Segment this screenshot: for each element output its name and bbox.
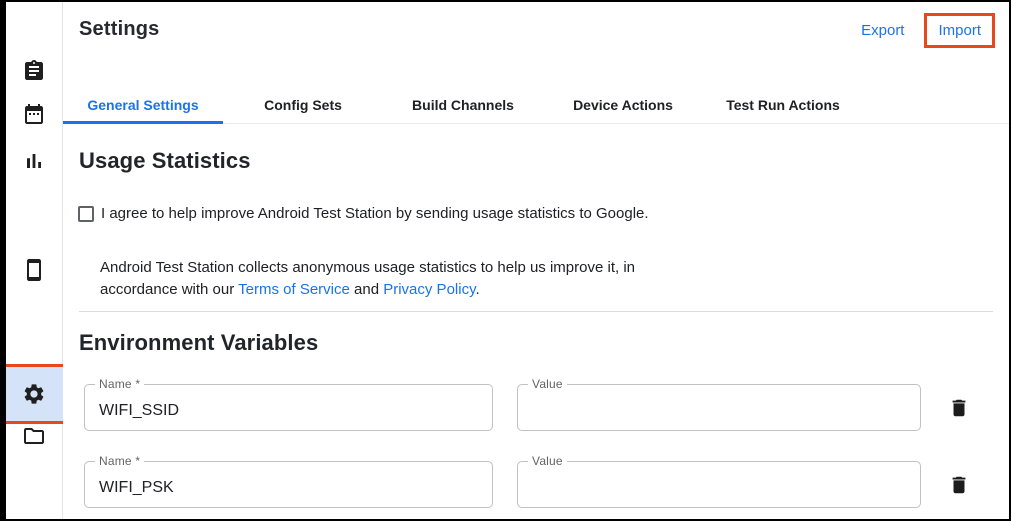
usage-agree-checkbox[interactable] [78, 206, 94, 222]
environment-variables-heading: Environment Variables [79, 330, 318, 356]
usage-agree-row: I agree to help improve Android Test Sta… [78, 202, 649, 225]
env-name-field-wrapper: Name * [84, 384, 493, 431]
delete-env-var-button[interactable] [947, 396, 971, 420]
trash-icon [948, 474, 970, 496]
usage-info-after: . [475, 281, 479, 298]
privacy-policy-link[interactable]: Privacy Policy [383, 281, 475, 298]
import-button[interactable]: Import [938, 22, 981, 39]
tab-general-settings[interactable]: General Settings [63, 86, 223, 123]
header-actions: Export Import [861, 10, 995, 50]
sidebar-item-files[interactable] [6, 418, 62, 454]
sidebar-item-schedule[interactable] [6, 96, 62, 132]
sidebar [6, 2, 63, 519]
tab-device-actions[interactable]: Device Actions [543, 86, 703, 123]
usage-info-between: and [350, 281, 383, 298]
folder-icon [22, 424, 46, 448]
usage-info-text: Android Test Station collects anonymous … [100, 257, 714, 301]
tab-build-channels[interactable]: Build Channels [383, 86, 543, 123]
tab-test-run-actions[interactable]: Test Run Actions [703, 86, 863, 123]
assignment-icon [22, 59, 46, 83]
import-annotation-box: Import [924, 13, 995, 48]
usage-agree-label: I agree to help improve Android Test Sta… [101, 202, 649, 225]
env-name-input[interactable] [85, 385, 492, 430]
settings-gear-icon [22, 382, 46, 406]
env-var-row: Name * Value [84, 384, 971, 431]
env-name-field-wrapper: Name * [84, 461, 493, 508]
tab-config-sets[interactable]: Config Sets [223, 86, 383, 123]
sidebar-item-test-runs[interactable] [6, 53, 62, 89]
env-value-input[interactable] [518, 462, 920, 507]
env-value-field-wrapper: Value [517, 461, 921, 508]
export-button[interactable]: Export [861, 22, 904, 39]
env-var-row: Name * Value [84, 461, 971, 508]
page-title: Settings [79, 18, 160, 41]
delete-env-var-button[interactable] [947, 473, 971, 497]
terms-of-service-link[interactable]: Terms of Service [238, 281, 350, 298]
sidebar-item-devices[interactable] [6, 252, 62, 288]
env-value-field-wrapper: Value [517, 384, 921, 431]
sidebar-item-reports[interactable] [6, 143, 62, 179]
smartphone-icon [22, 258, 46, 282]
bar-chart-icon [22, 149, 46, 173]
usage-statistics-heading: Usage Statistics [79, 148, 251, 174]
main-content: Settings Export Import General Settings … [63, 2, 1009, 519]
tab-bar: General Settings Config Sets Build Chann… [63, 86, 1009, 124]
screen: Settings Export Import General Settings … [6, 2, 1009, 519]
calendar-icon [22, 102, 46, 126]
section-divider [79, 311, 993, 312]
sidebar-item-settings[interactable] [6, 364, 66, 424]
env-value-input[interactable] [518, 385, 920, 430]
app-window: Settings Export Import General Settings … [0, 0, 1011, 521]
trash-icon [948, 397, 970, 419]
env-name-input[interactable] [85, 462, 492, 507]
